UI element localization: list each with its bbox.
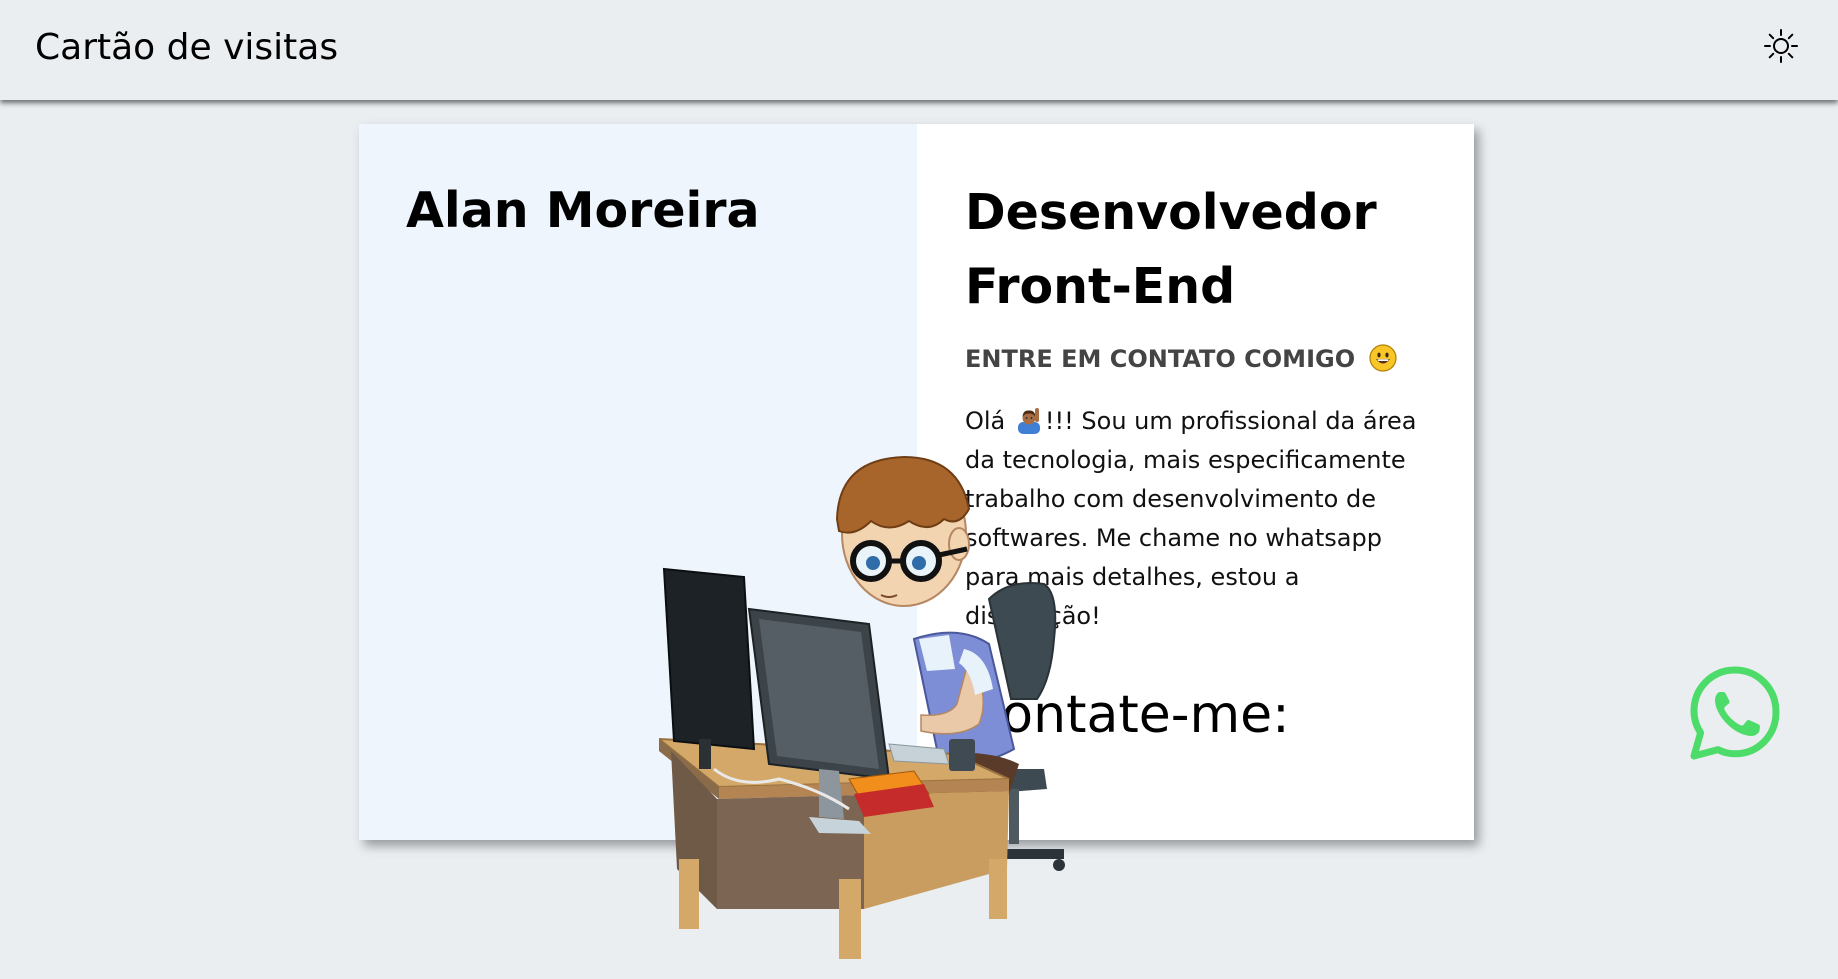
contact-heading-text: ENTRE EM CONTATO COMIGO xyxy=(965,345,1356,373)
whatsapp-icon xyxy=(1690,666,1780,760)
whatsapp-link[interactable] xyxy=(1687,665,1783,761)
developer-at-desk-illustration xyxy=(659,455,1065,959)
business-card: Alan Moreira Desenvolvedor Front-End ENT… xyxy=(359,124,1780,959)
person-name: Alan Moreira xyxy=(406,182,760,239)
theme-toggle-button[interactable] xyxy=(1763,28,1799,64)
contact-heading: ENTRE EM CONTATO COMIGO xyxy=(965,342,1398,376)
job-title: Desenvolvedor Front-End xyxy=(965,184,1377,315)
grinning-face-emoji xyxy=(1369,344,1398,372)
sun-icon xyxy=(1764,29,1798,63)
app-title: Cartão de visitas xyxy=(35,27,339,68)
bio-greeting: Olá xyxy=(965,407,1006,435)
person-raising-hand-emoji xyxy=(1017,408,1040,434)
top-bar: Cartão de visitas xyxy=(0,0,1838,100)
